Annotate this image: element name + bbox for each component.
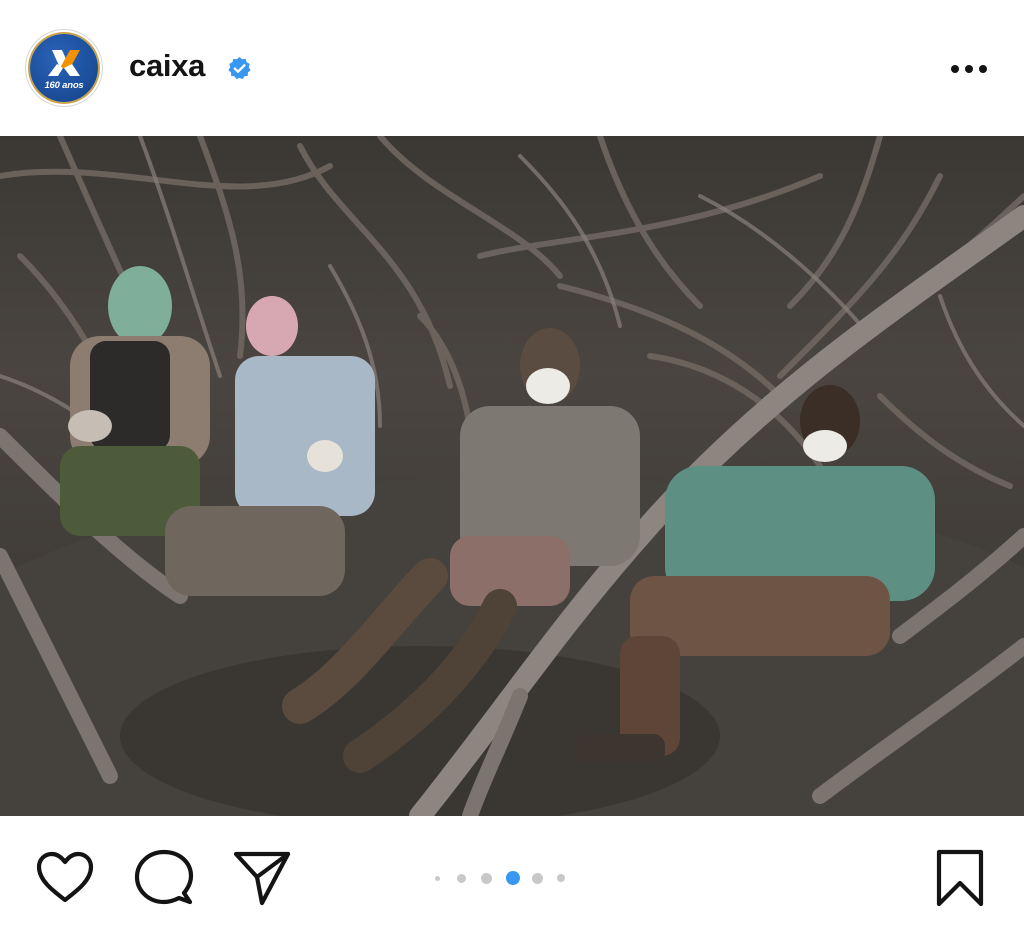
post-actions <box>0 816 1024 937</box>
verified-badge-icon <box>228 57 251 80</box>
avatar-caption: 160 anos <box>44 80 84 91</box>
instagram-post: 160 anos caixa <box>0 0 1024 937</box>
post-header: 160 anos caixa <box>0 0 1024 136</box>
carousel-dot-5 <box>532 872 543 884</box>
carousel-indicator <box>430 868 570 888</box>
carousel-dot-4-active <box>506 871 520 885</box>
carousel-dot-3 <box>481 872 492 884</box>
caixa-logo: 160 anos <box>30 34 98 102</box>
bookmark-icon[interactable] <box>934 848 986 908</box>
carousel-dot-2 <box>457 873 466 883</box>
carousel-dot-6 <box>557 874 565 882</box>
caixa-x-logo-icon <box>48 50 80 76</box>
heart-icon[interactable] <box>34 850 96 906</box>
post-image[interactable] <box>0 136 1024 816</box>
mangrove-photo <box>0 136 1024 816</box>
carousel-dot-1 <box>435 875 440 881</box>
profile-avatar[interactable]: 160 anos <box>25 29 103 107</box>
username[interactable]: caixa <box>129 48 205 84</box>
comment-icon[interactable] <box>134 848 194 908</box>
more-options-icon[interactable] <box>948 58 990 80</box>
share-icon[interactable] <box>232 849 292 907</box>
